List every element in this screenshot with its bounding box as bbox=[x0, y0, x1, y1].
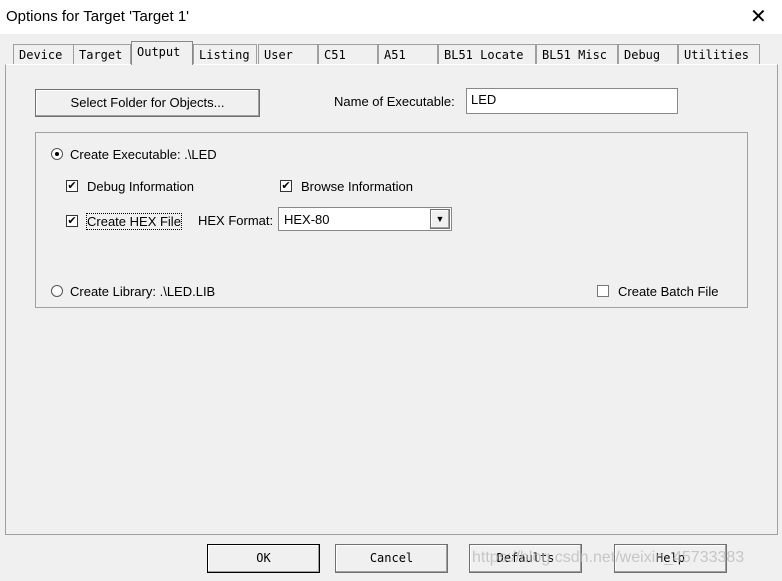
tab-listing[interactable]: Listing bbox=[193, 44, 257, 64]
hex-format-label: HEX Format: bbox=[198, 213, 274, 228]
create-hex-checkbox[interactable]: ✔ bbox=[66, 215, 78, 227]
tab-utilities[interactable]: Utilities bbox=[678, 44, 760, 64]
create-executable-radio[interactable] bbox=[51, 148, 63, 160]
radio-dot bbox=[55, 152, 59, 156]
create-library-radio[interactable] bbox=[51, 285, 63, 297]
tab-bl51-misc[interactable]: BL51 Misc bbox=[536, 44, 618, 64]
create-library-label: Create Library: .\LED.LIB bbox=[70, 284, 216, 299]
tab-bl51-locate[interactable]: BL51 Locate bbox=[438, 44, 536, 64]
chevron-down-icon[interactable]: ▼ bbox=[430, 209, 450, 229]
watermark: https://blog.csdn.net/weixin_45733383 bbox=[472, 549, 745, 566]
select-folder-button[interactable]: Select Folder for Objects... bbox=[35, 89, 260, 117]
create-executable-label: Create Executable: .\LED bbox=[70, 147, 217, 162]
tab-debug[interactable]: Debug bbox=[618, 44, 678, 64]
close-icon[interactable]: ✕ bbox=[750, 4, 767, 29]
cancel-button[interactable]: Cancel bbox=[335, 544, 448, 573]
debug-info-checkbox[interactable]: ✔ bbox=[66, 180, 78, 192]
debug-info-label: Debug Information bbox=[87, 179, 194, 194]
ok-button[interactable]: OK bbox=[207, 544, 320, 573]
tab-user[interactable]: User bbox=[258, 44, 318, 64]
tab-device[interactable]: Device bbox=[13, 44, 77, 64]
tab-output[interactable]: Output bbox=[131, 41, 193, 65]
tab-c51[interactable]: C51 bbox=[318, 44, 378, 64]
tab-a51[interactable]: A51 bbox=[378, 44, 438, 64]
create-hex-label: Create HEX File bbox=[86, 213, 182, 230]
browse-info-checkbox[interactable]: ✔ bbox=[280, 180, 292, 192]
hex-format-select[interactable]: HEX-80 ▼ bbox=[278, 207, 452, 231]
name-executable-input[interactable]: LED bbox=[466, 88, 678, 114]
batch-file-label: Create Batch File bbox=[618, 284, 719, 299]
batch-file-checkbox[interactable] bbox=[597, 285, 609, 297]
name-executable-label: Name of Executable: bbox=[334, 94, 455, 109]
tab-target[interactable]: Target bbox=[73, 44, 131, 64]
hex-format-value: HEX-80 bbox=[284, 212, 330, 227]
window-title: Options for Target 'Target 1' bbox=[6, 8, 190, 25]
browse-info-label: Browse Information bbox=[301, 179, 413, 194]
